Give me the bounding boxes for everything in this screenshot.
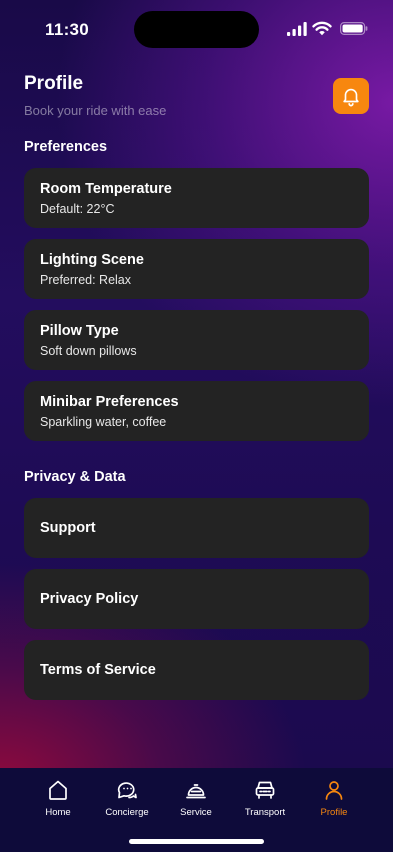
tab-label: Home bbox=[45, 807, 71, 818]
tab-label: Transport bbox=[244, 807, 286, 818]
card-subtitle: Default: 22°C bbox=[40, 201, 115, 216]
status-bar: 11:30 bbox=[0, 0, 393, 58]
tab-label: Concierge bbox=[105, 807, 149, 818]
card-title: Support bbox=[40, 520, 96, 536]
card-subtitle: Soft down pillows bbox=[40, 343, 137, 358]
tab-profile[interactable]: Profile bbox=[299, 778, 369, 818]
battery-icon bbox=[340, 22, 368, 35]
terms-of-service-button[interactable]: Terms of Service bbox=[24, 640, 369, 700]
tab-label: Profile bbox=[320, 807, 348, 818]
preference-card-lighting-scene[interactable]: Lighting Scene Preferred: Relax bbox=[24, 239, 369, 299]
preference-card-minibar[interactable]: Minibar Preferences Sparkling water, cof… bbox=[24, 381, 369, 441]
wifi-icon bbox=[312, 21, 332, 36]
card-title: Pillow Type bbox=[40, 322, 119, 339]
card-title: Room Temperature bbox=[40, 180, 172, 197]
home-indicator bbox=[129, 839, 264, 844]
tab-concierge[interactable]: Concierge bbox=[92, 778, 162, 818]
page-title: Profile bbox=[24, 73, 84, 94]
section-title-privacy: Privacy & Data bbox=[24, 469, 126, 485]
bell-service-icon bbox=[186, 784, 206, 799]
card-subtitle: Preferred: Relax bbox=[40, 272, 132, 287]
chat-icon bbox=[117, 782, 137, 799]
card-title: Privacy Policy bbox=[40, 591, 139, 607]
dynamic-island bbox=[134, 11, 259, 48]
privacy-policy-button[interactable]: Privacy Policy bbox=[24, 569, 369, 629]
preference-card-pillow-type[interactable]: Pillow Type Soft down pillows bbox=[24, 310, 369, 370]
bell-icon bbox=[343, 88, 359, 107]
card-title: Lighting Scene bbox=[40, 251, 144, 268]
tab-home[interactable]: Home bbox=[23, 778, 93, 818]
user-icon bbox=[325, 781, 343, 800]
tab-label: Service bbox=[180, 807, 212, 818]
status-time: 11:30 bbox=[45, 20, 90, 39]
card-title: Terms of Service bbox=[40, 662, 156, 678]
tab-service[interactable]: Service bbox=[161, 778, 231, 818]
card-subtitle: Sparkling water, coffee bbox=[40, 414, 167, 429]
home-icon bbox=[49, 780, 67, 800]
tab-transport[interactable]: Transport bbox=[230, 778, 300, 818]
page-header: Profile Book your ride with ease bbox=[24, 72, 166, 118]
section-title-preferences: Preferences bbox=[24, 139, 108, 155]
preference-card-room-temperature[interactable]: Room Temperature Default: 22°C bbox=[24, 168, 369, 228]
page-subtitle: Book your ride with ease bbox=[24, 103, 167, 118]
support-button[interactable]: Support bbox=[24, 498, 369, 558]
card-title: Minibar Preferences bbox=[40, 393, 179, 410]
car-icon bbox=[255, 781, 275, 799]
notifications-button[interactable] bbox=[333, 78, 369, 114]
signal-icon bbox=[287, 22, 307, 36]
